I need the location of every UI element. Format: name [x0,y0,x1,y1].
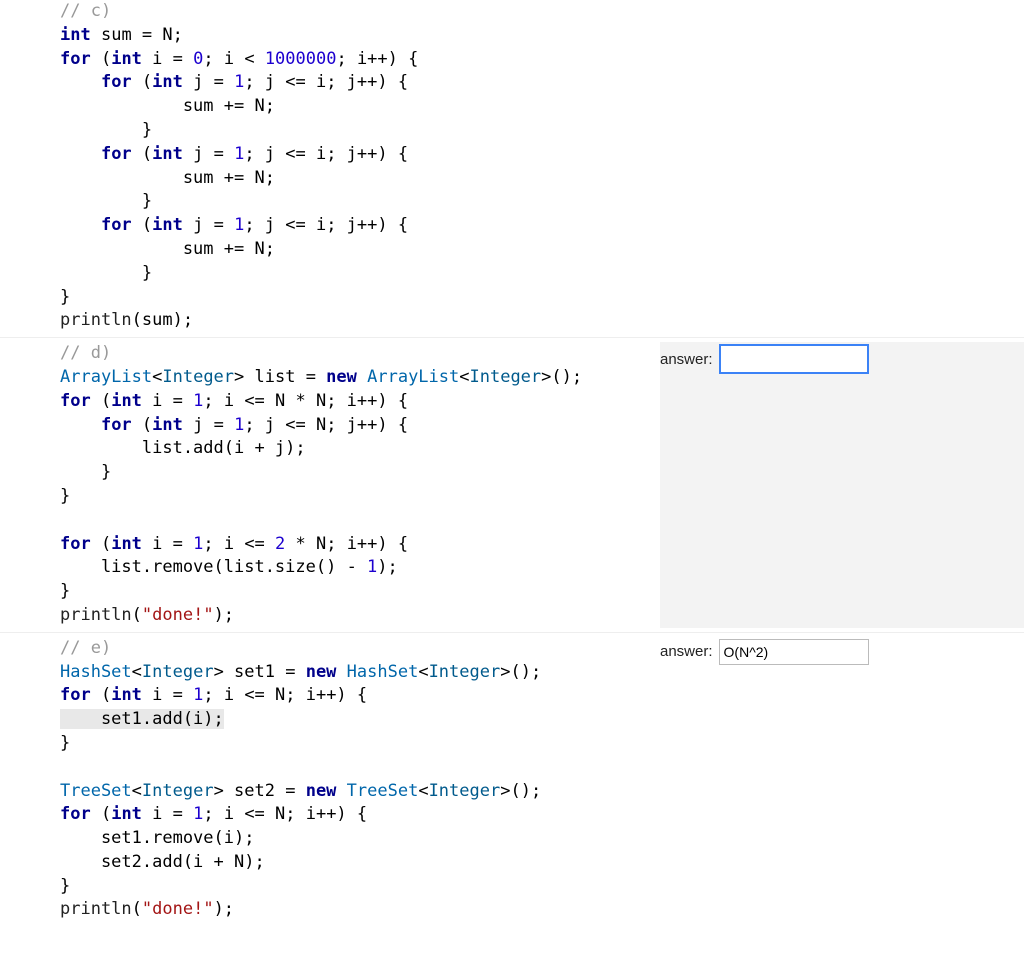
block-d: // d) ArrayList<Integer> list = new Arra… [0,342,1024,628]
answer-label-e: answer: [660,641,713,662]
block-e: // e) HashSet<Integer> set1 = new HashSe… [0,637,1024,923]
comment-c: // c) [60,1,111,21]
highlighted-line: set1.add(i); [60,709,224,729]
page: // c) int sum = N; for (int i = 0; i < 1… [0,0,1024,922]
answer-col-d: answer: [660,342,1024,628]
answer-col-e: answer: [660,637,1024,923]
code-c: // c) int sum = N; for (int i = 0; i < 1… [0,0,660,333]
comment-d: // d) [60,343,111,363]
kw-int: int [60,25,91,45]
code-d: // d) ArrayList<Integer> list = new Arra… [0,342,660,628]
code-e: // e) HashSet<Integer> set1 = new HashSe… [0,637,660,923]
answer-label-d: answer: [660,349,713,370]
divider-cd [0,337,1024,338]
answer-col-c: answer: [660,0,1024,333]
block-c: // c) int sum = N; for (int i = 0; i < 1… [0,0,1024,333]
var-sum: sum [101,25,132,45]
answer-input-e[interactable] [719,639,869,665]
answer-input-d[interactable] [719,344,869,374]
divider-de [0,632,1024,633]
comment-e: // e) [60,638,111,658]
